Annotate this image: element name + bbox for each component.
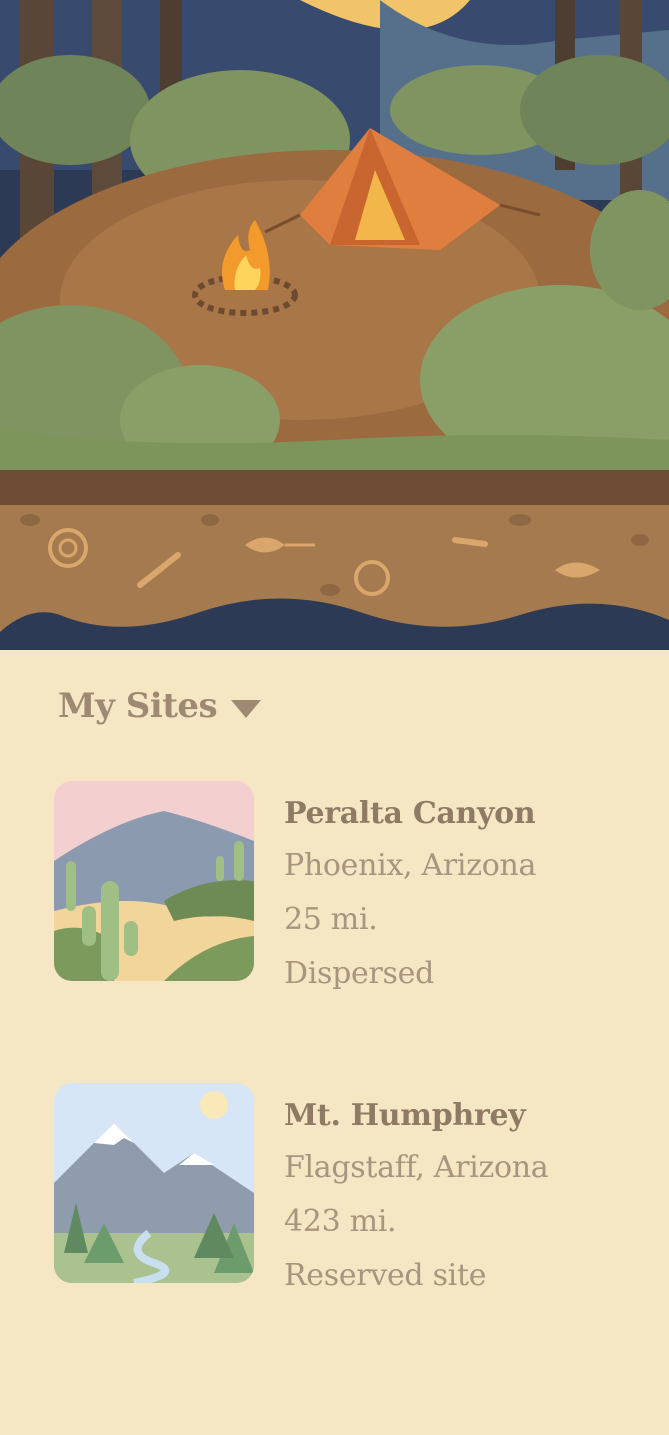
site-distance: 423 mi. xyxy=(284,1204,397,1239)
site-location: Phoenix, Arizona xyxy=(284,848,537,883)
hero-campsite-illustration xyxy=(0,0,669,650)
site-distance: 25 mi. xyxy=(284,902,378,937)
site-name: Peralta Canyon xyxy=(284,796,536,831)
my-sites-dropdown[interactable]: My Sites xyxy=(58,686,262,726)
site-card[interactable]: Mt. Humphrey Flagstaff, Arizona 423 mi. … xyxy=(54,1083,614,1293)
site-location: Flagstaff, Arizona xyxy=(284,1150,549,1185)
desert-canyon-thumbnail xyxy=(54,781,254,981)
site-card[interactable]: Peralta Canyon Phoenix, Arizona 25 mi. D… xyxy=(54,781,614,991)
site-type: Reserved site xyxy=(284,1258,487,1293)
section-title: My Sites xyxy=(58,686,218,726)
site-name: Mt. Humphrey xyxy=(284,1098,526,1133)
mountain-forest-thumbnail xyxy=(54,1083,254,1283)
site-type: Dispersed xyxy=(284,956,434,991)
caret-down-icon xyxy=(231,700,262,718)
